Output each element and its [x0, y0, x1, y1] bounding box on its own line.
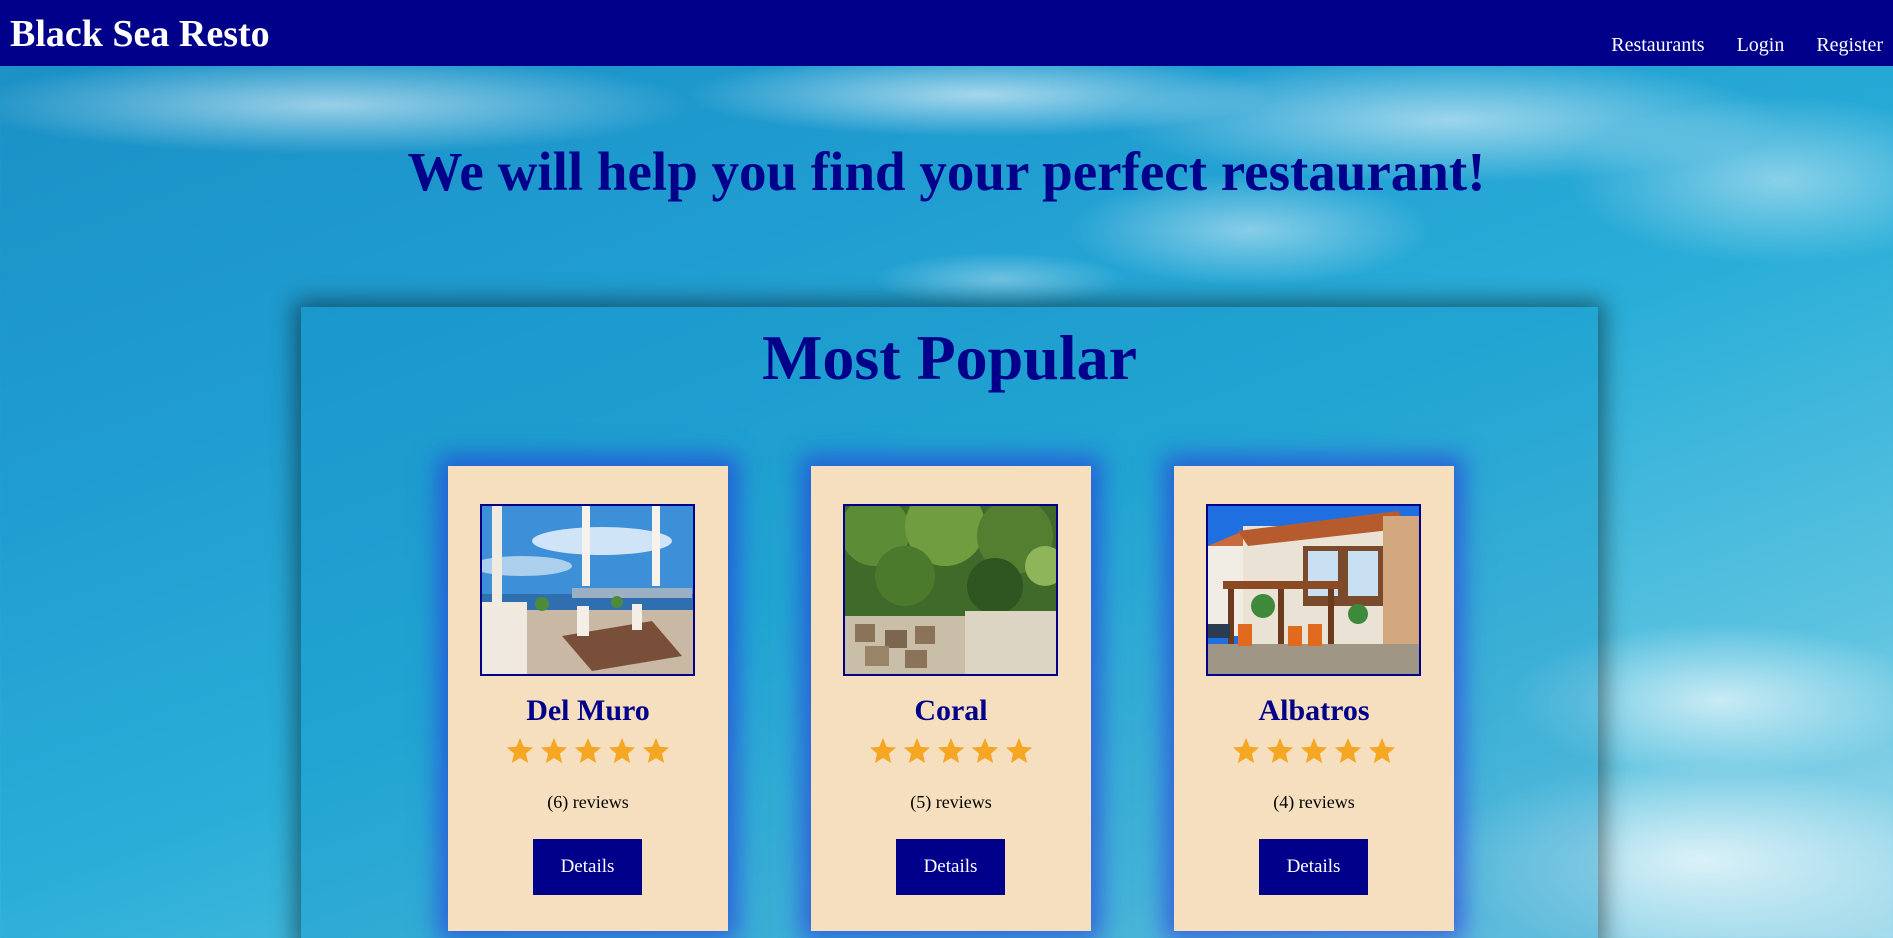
star-icon — [971, 737, 999, 763]
details-button-coral[interactable]: Details — [896, 839, 1005, 895]
star-icon — [1368, 737, 1396, 763]
nav-links: Restaurants Login Register — [1611, 34, 1883, 57]
brand-logo-link[interactable]: Black Sea Resto — [10, 12, 270, 56]
restaurant-photo-del-muro — [480, 504, 695, 676]
star-icon — [642, 737, 670, 763]
most-popular-panel: Most Popular Del Muro (6) reviews Detail… — [301, 307, 1598, 938]
most-popular-title: Most Popular — [761, 322, 1138, 393]
star-icon — [540, 737, 568, 763]
star-rating — [811, 736, 1091, 766]
review-count: (5) reviews — [910, 792, 992, 812]
restaurant-photo-albatros — [1206, 504, 1421, 676]
star-icon — [903, 737, 931, 763]
nav-link-login[interactable]: Login — [1737, 34, 1785, 57]
details-button-albatros[interactable]: Details — [1259, 839, 1368, 895]
star-icon — [1005, 737, 1033, 763]
navbar: Black Sea Resto Restaurants Login Regist… — [0, 0, 1893, 66]
nav-link-restaurants[interactable]: Restaurants — [1611, 34, 1704, 57]
star-icon — [1266, 737, 1294, 763]
star-rating — [448, 736, 728, 766]
star-icon — [506, 737, 534, 763]
restaurant-photo-coral — [843, 504, 1058, 676]
star-icon — [1334, 737, 1362, 763]
restaurant-card-coral: Coral (5) reviews Details — [811, 466, 1091, 931]
star-icon — [1300, 737, 1328, 763]
star-icon — [937, 737, 965, 763]
nav-link-register[interactable]: Register — [1816, 34, 1883, 57]
review-count: (4) reviews — [1273, 792, 1355, 812]
details-button-del-muro[interactable]: Details — [533, 839, 642, 895]
restaurant-name: Coral — [914, 694, 988, 727]
star-icon — [1232, 737, 1260, 763]
hero-title: We will help you find your perfect resta… — [407, 141, 1486, 202]
restaurant-name: Del Muro — [526, 694, 650, 727]
restaurant-card-albatros: Albatros (4) reviews Details — [1174, 466, 1454, 931]
review-count: (6) reviews — [547, 792, 629, 812]
star-icon — [869, 737, 897, 763]
star-rating — [1174, 736, 1454, 766]
restaurant-card-del-muro: Del Muro (6) reviews Details — [448, 466, 728, 931]
star-icon — [608, 737, 636, 763]
star-icon — [574, 737, 602, 763]
restaurant-name: Albatros — [1258, 694, 1370, 727]
